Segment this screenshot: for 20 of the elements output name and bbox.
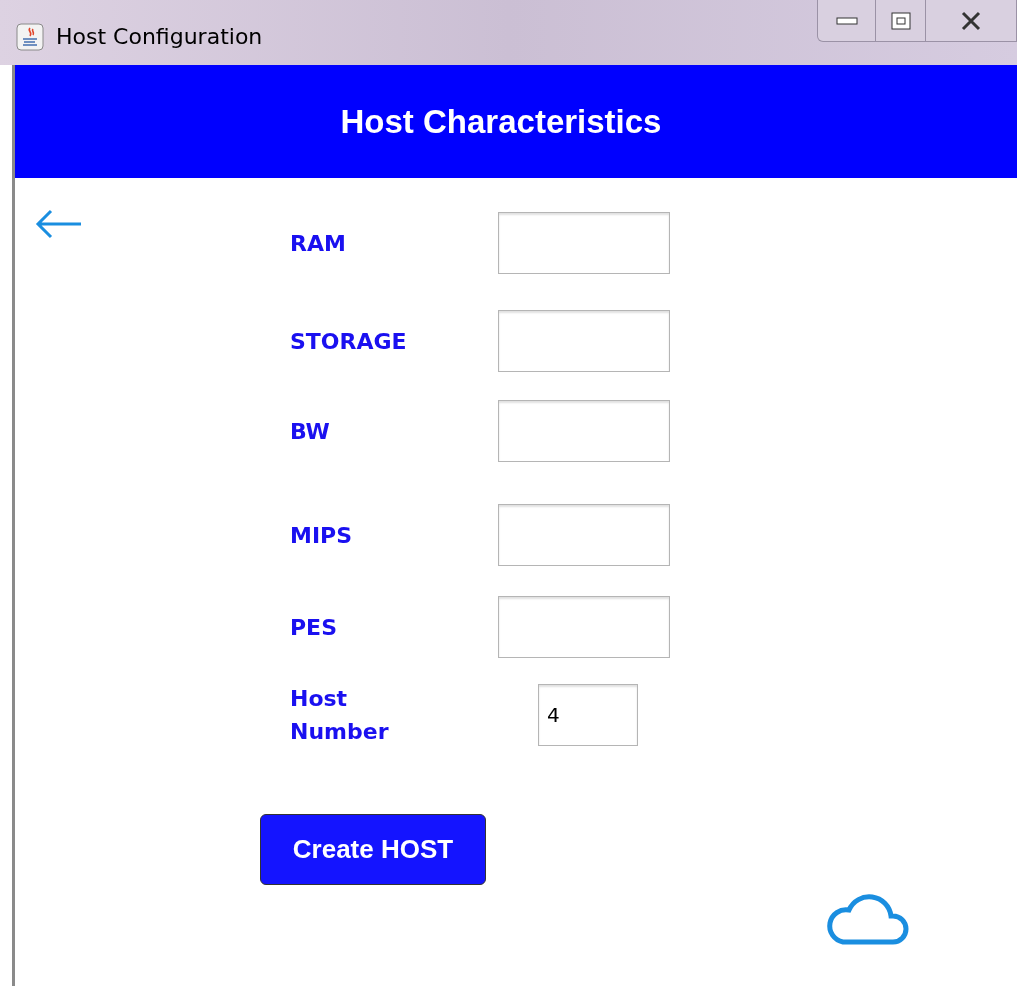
field-label: BW	[290, 417, 331, 446]
field-label: Host Number	[290, 685, 390, 746]
create-host-button[interactable]: Create HOST	[260, 814, 486, 885]
input-field[interactable]	[498, 400, 670, 462]
close-icon	[960, 10, 982, 31]
field-label: STORAGE	[290, 327, 408, 356]
field-label: MIPS	[290, 521, 354, 550]
field-label: PES	[290, 613, 338, 642]
back-arrow-icon[interactable]	[35, 208, 83, 240]
header-title: Host Characteristics	[340, 101, 662, 142]
field-label: RAM	[290, 229, 347, 258]
minimize-icon	[835, 15, 858, 26]
input-field[interactable]	[498, 596, 670, 658]
app-icon	[16, 22, 44, 51]
window-title: Host Configuration	[56, 23, 263, 51]
maximize-icon	[890, 11, 911, 30]
input-field[interactable]	[498, 212, 670, 274]
input-field[interactable]	[498, 310, 670, 372]
input-field[interactable]: 4	[538, 684, 638, 746]
input-field[interactable]	[498, 504, 670, 566]
